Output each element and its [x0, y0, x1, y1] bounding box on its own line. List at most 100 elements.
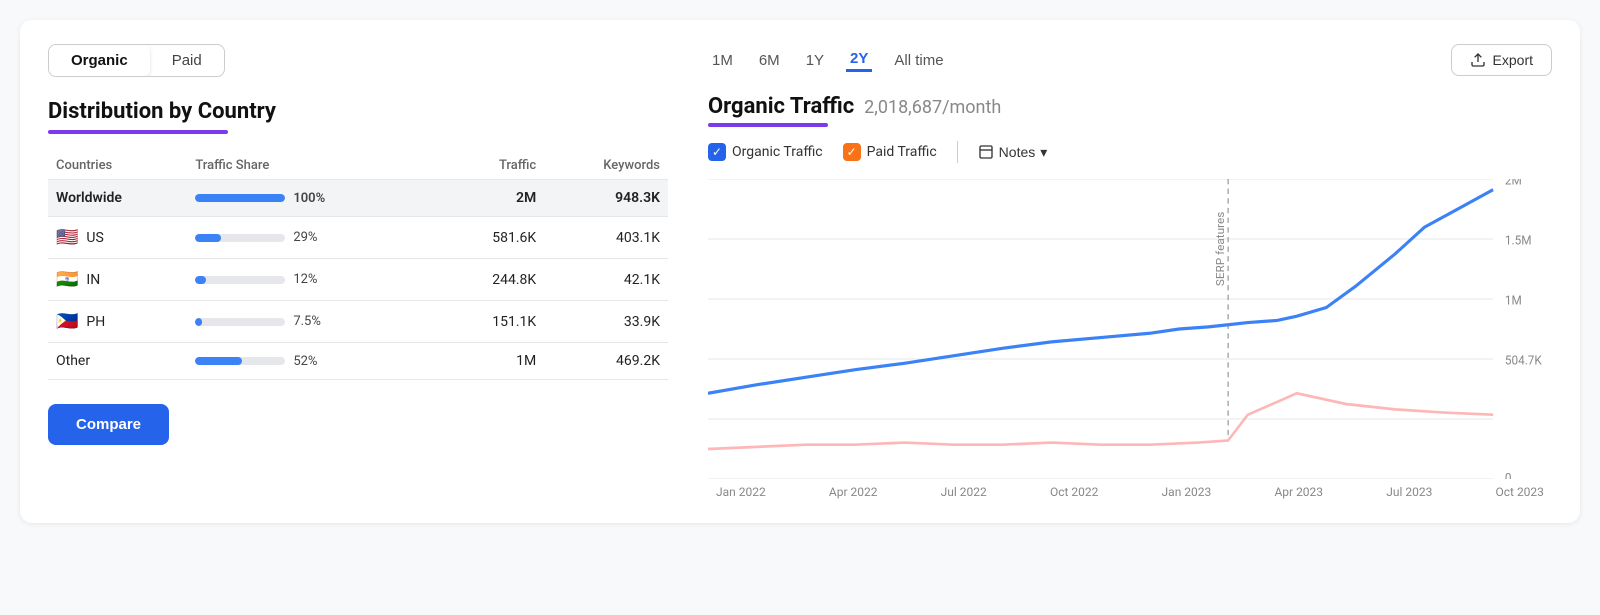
export-button[interactable]: Export [1451, 44, 1552, 76]
country-label: PH [86, 314, 105, 330]
tab-organic[interactable]: Organic [49, 45, 150, 76]
x-axis-label: Apr 2022 [829, 485, 878, 499]
svg-text:1M: 1M [1505, 294, 1522, 309]
time-range-row: 1M 6M 1Y 2Y All time Export [708, 44, 1552, 76]
legend-paid-label: Paid Traffic [867, 144, 937, 160]
notes-button[interactable]: Notes ▾ [978, 144, 1048, 161]
svg-text:504.7K: 504.7K [1505, 354, 1542, 369]
section-title-bar [48, 130, 228, 134]
x-axis-label: Oct 2023 [1496, 485, 1544, 499]
bar-fill [195, 318, 202, 326]
bar-fill [195, 194, 285, 202]
traffic-value: 244.8K [442, 259, 544, 301]
table-row: 🇮🇳 IN 12% 244.8K 42.1K [48, 259, 668, 301]
traffic-share-cell: 52% [187, 343, 442, 380]
main-container: Organic Paid Distribution by Country Cou… [20, 20, 1580, 523]
legend-organic-label: Organic Traffic [732, 144, 823, 160]
table-row: Worldwide 100% 2M 948.3K [48, 180, 668, 217]
col-keywords: Keywords [544, 152, 668, 180]
flag-icon: 🇵🇭 [56, 311, 78, 332]
x-axis-labels: Jan 2022Apr 2022Jul 2022Oct 2022Jan 2023… [708, 479, 1552, 499]
keywords-value: 42.1K [544, 259, 668, 301]
chart-area: 2M 1.5M 1M 504.7K 0 SERP features [708, 179, 1552, 479]
pct-label: 29% [293, 230, 329, 245]
time-range-btn-6m[interactable]: 6M [755, 50, 784, 71]
country-label: IN [86, 272, 100, 288]
pct-label: 12% [293, 272, 329, 287]
bar-track [195, 357, 285, 365]
country-name-cell: Worldwide [48, 180, 187, 217]
traffic-share-cell: 7.5% [187, 301, 442, 343]
country-label: Other [56, 353, 90, 369]
pct-label: 100% [293, 191, 329, 206]
svg-text:1.5M: 1.5M [1505, 234, 1532, 249]
table-row: 🇺🇸 US 29% 581.6K 403.1K [48, 217, 668, 259]
time-range-btn-all-time[interactable]: All time [890, 50, 947, 71]
traffic-value: 2M [442, 180, 544, 217]
chart-svg: 2M 1.5M 1M 504.7K 0 SERP features [708, 179, 1552, 479]
compare-button[interactable]: Compare [48, 404, 169, 445]
col-countries: Countries [48, 152, 187, 180]
bar-fill [195, 357, 242, 365]
flag-icon: 🇮🇳 [56, 269, 78, 290]
table-row: 🇵🇭 PH 7.5% 151.1K 33.9K [48, 301, 668, 343]
table-row: Other 52% 1M 469.2K [48, 343, 668, 380]
notes-icon [978, 144, 994, 160]
x-axis-label: Jan 2022 [716, 485, 766, 499]
right-panel: 1M 6M 1Y 2Y All time Export Organic Traffic … [708, 44, 1552, 499]
pct-label: 7.5% [293, 314, 329, 329]
tab-group: Organic Paid [48, 44, 225, 77]
traffic-value: 1M [442, 343, 544, 380]
legend-organic: ✓ Organic Traffic [708, 143, 823, 161]
chart-header: Organic Traffic 2,018,687/month [708, 94, 1552, 119]
left-panel: Organic Paid Distribution by Country Cou… [48, 44, 668, 499]
traffic-share-cell: 100% [187, 180, 442, 217]
country-table: Countries Traffic Share Traffic Keywords… [48, 152, 668, 380]
traffic-share-cell: 12% [187, 259, 442, 301]
x-axis-label: Jan 2023 [1162, 485, 1212, 499]
traffic-share-cell: 29% [187, 217, 442, 259]
keywords-value: 33.9K [544, 301, 668, 343]
notes-chevron: ▾ [1040, 144, 1047, 161]
export-icon [1470, 52, 1486, 68]
bar-track [195, 318, 285, 326]
x-axis-label: Apr 2023 [1274, 485, 1323, 499]
time-range-btn-1y[interactable]: 1Y [802, 50, 828, 71]
bar-track [195, 276, 285, 284]
legend-row: ✓ Organic Traffic ✓ Paid Traffic Notes ▾ [708, 141, 1552, 163]
notes-label: Notes [999, 144, 1036, 160]
legend-divider [957, 141, 958, 163]
country-name-cell: 🇵🇭 PH [48, 301, 187, 343]
x-axis-label: Jul 2022 [941, 485, 987, 499]
chart-subtitle: 2,018,687/month [864, 97, 1001, 118]
time-range-btn-2y[interactable]: 2Y [846, 48, 872, 72]
tab-paid[interactable]: Paid [150, 45, 224, 76]
col-traffic: Traffic [442, 152, 544, 180]
organic-check-icon: ✓ [708, 143, 726, 161]
bar-fill [195, 234, 221, 242]
legend-paid: ✓ Paid Traffic [843, 143, 937, 161]
export-label: Export [1493, 52, 1533, 68]
pct-label: 52% [293, 354, 329, 369]
chart-title: Organic Traffic [708, 94, 854, 119]
country-label: Worldwide [56, 190, 122, 206]
time-range-buttons: 1M 6M 1Y 2Y All time [708, 48, 948, 72]
col-traffic-share: Traffic Share [187, 152, 442, 180]
keywords-value: 948.3K [544, 180, 668, 217]
section-title: Distribution by Country [48, 99, 668, 124]
chart-title-bar [708, 123, 828, 127]
traffic-value: 581.6K [442, 217, 544, 259]
flag-icon: 🇺🇸 [56, 227, 78, 248]
bar-track [195, 234, 285, 242]
bar-fill [195, 276, 206, 284]
keywords-value: 469.2K [544, 343, 668, 380]
x-axis-label: Jul 2023 [1386, 485, 1432, 499]
svg-text:2M: 2M [1505, 179, 1522, 189]
country-label: US [86, 230, 103, 246]
country-name-cell: 🇮🇳 IN [48, 259, 187, 301]
paid-check-icon: ✓ [843, 143, 861, 161]
country-name-cell: 🇺🇸 US [48, 217, 187, 259]
time-range-btn-1m[interactable]: 1M [708, 50, 737, 71]
keywords-value: 403.1K [544, 217, 668, 259]
svg-text:0: 0 [1505, 472, 1512, 479]
